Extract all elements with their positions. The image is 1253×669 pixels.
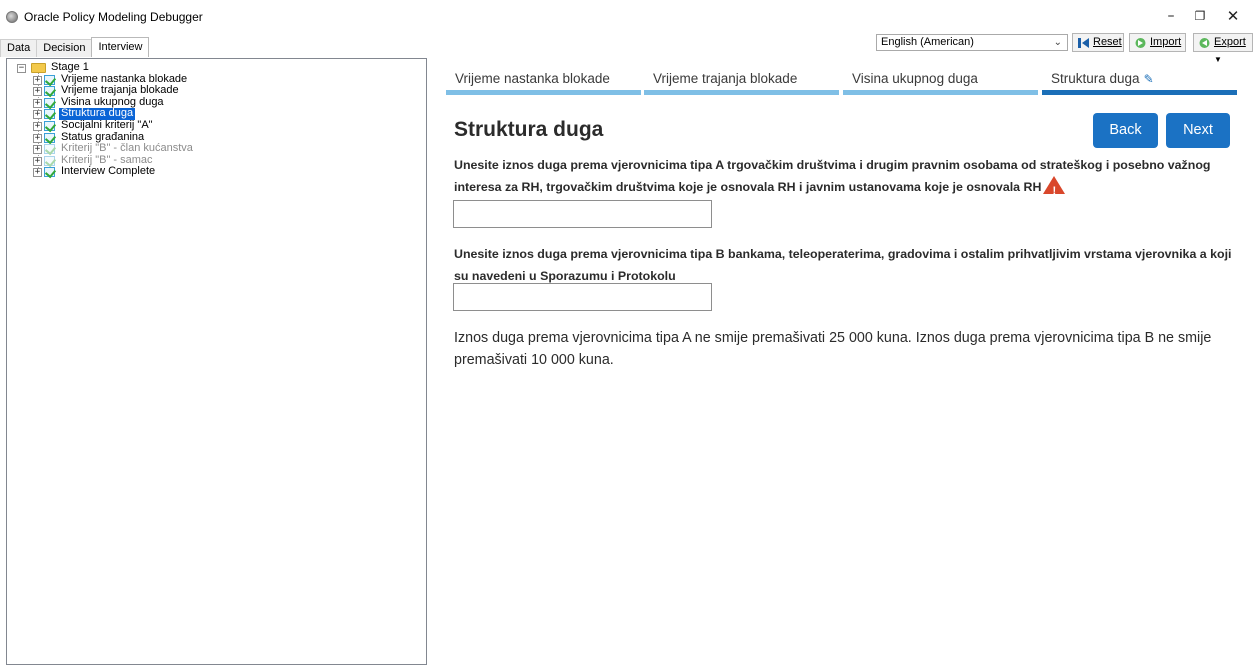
step-label: Visina ukupnog duga	[852, 71, 978, 86]
screen-check-icon	[44, 74, 55, 85]
close-button[interactable]: ✕	[1213, 4, 1253, 28]
import-button[interactable]: Import	[1129, 33, 1186, 52]
step-bar	[843, 90, 1038, 95]
expand-icon[interactable]: +	[33, 145, 42, 155]
debt-type-b-input[interactable]	[453, 283, 712, 311]
tree-root-label: Stage 1	[51, 61, 89, 73]
question-type-a-text: Unesite iznos duga prema vjerovnicima ti…	[454, 158, 1211, 194]
language-select[interactable]: English (American) ⌄	[876, 34, 1068, 51]
screen-check-icon	[44, 132, 55, 143]
debt-limit-info: Iznos duga prema vjerovnicima tipa A ne …	[454, 330, 1212, 368]
screen-check-icon	[44, 144, 55, 155]
debt-type-a-input[interactable]	[453, 200, 712, 228]
expand-icon[interactable]: +	[33, 121, 42, 131]
step-vrijeme-nastanka[interactable]: Vrijeme nastanka blokade	[446, 66, 643, 96]
language-value: English (American)	[881, 36, 974, 48]
interview-tree-panel: − Stage 1 + Vrijeme nastanka blokade + V…	[6, 58, 427, 665]
expand-icon[interactable]: +	[33, 98, 42, 108]
screen-check-icon	[44, 97, 55, 108]
back-button[interactable]: Back	[1093, 113, 1158, 148]
export-label: Export	[1214, 36, 1246, 48]
screen-check-icon	[44, 167, 55, 178]
step-visina-duga[interactable]: Visina ukupnog duga	[843, 66, 1040, 96]
screen-check-icon	[44, 86, 55, 97]
collapse-icon[interactable]: −	[17, 64, 26, 73]
chevron-down-icon: ⌄	[1053, 37, 1062, 48]
tree-node-label: Kriterij "B" - član kućanstva	[61, 142, 193, 155]
expand-icon[interactable]: +	[33, 168, 42, 178]
tab-data[interactable]: Data	[0, 39, 38, 57]
tree-node-label: Interview Complete	[61, 165, 156, 178]
step-vrijeme-trajanja[interactable]: Vrijeme trajanja blokade	[644, 66, 841, 96]
title-bar: Oracle Policy Modeling Debugger – ❐ ✕	[0, 0, 1253, 33]
screen-check-icon	[44, 120, 55, 131]
warning-icon	[1043, 176, 1066, 202]
chevron-down-icon: ▼	[1214, 55, 1222, 64]
step-bar	[446, 90, 641, 95]
page-title: Struktura duga	[454, 118, 604, 141]
reset-icon	[1078, 38, 1089, 48]
step-bar-current	[1042, 90, 1237, 95]
tree-node-label: Socijalni kriterij "A"	[61, 118, 153, 131]
screen-check-icon	[44, 109, 55, 120]
expand-icon[interactable]: +	[33, 156, 42, 166]
import-label: Import	[1150, 36, 1182, 48]
export-icon	[1199, 38, 1210, 48]
step-label-current: Struktura duga ✎	[1051, 71, 1154, 86]
step-label: Vrijeme trajanja blokade	[653, 71, 798, 86]
interview-progress-steps: Vrijeme nastanka blokade Vrijeme trajanj…	[446, 66, 1240, 96]
window-title: Oracle Policy Modeling Debugger	[24, 10, 203, 24]
step-label-text: Struktura duga	[1051, 71, 1140, 86]
step-label: Vrijeme nastanka blokade	[455, 71, 610, 86]
import-icon	[1135, 38, 1146, 48]
reset-label: Reset	[1093, 36, 1122, 48]
folder-icon	[31, 63, 46, 73]
question-type-a-label: Unesite iznos duga prema vjerovnicima ti…	[454, 154, 1244, 202]
app-icon	[6, 11, 18, 23]
left-tab-strip: Data Decision Interview	[0, 37, 150, 57]
screen-check-icon	[44, 155, 55, 166]
expand-icon[interactable]: +	[33, 87, 42, 97]
expand-icon[interactable]: +	[33, 133, 42, 143]
step-struktura-duga[interactable]: Struktura duga ✎	[1042, 66, 1239, 96]
expand-icon[interactable]: +	[33, 75, 42, 85]
reset-button[interactable]: Reset	[1072, 33, 1124, 52]
tab-interview[interactable]: Interview	[91, 37, 150, 57]
question-type-b-label: Unesite iznos duga prema vjerovnicima ti…	[454, 247, 1232, 283]
pencil-icon: ✎	[1143, 72, 1154, 86]
tab-decision[interactable]: Decision	[36, 39, 93, 57]
step-bar	[644, 90, 839, 95]
export-button[interactable]: Export ▼	[1193, 33, 1253, 64]
next-button[interactable]: Next	[1166, 113, 1230, 148]
expand-icon[interactable]: +	[33, 110, 42, 120]
